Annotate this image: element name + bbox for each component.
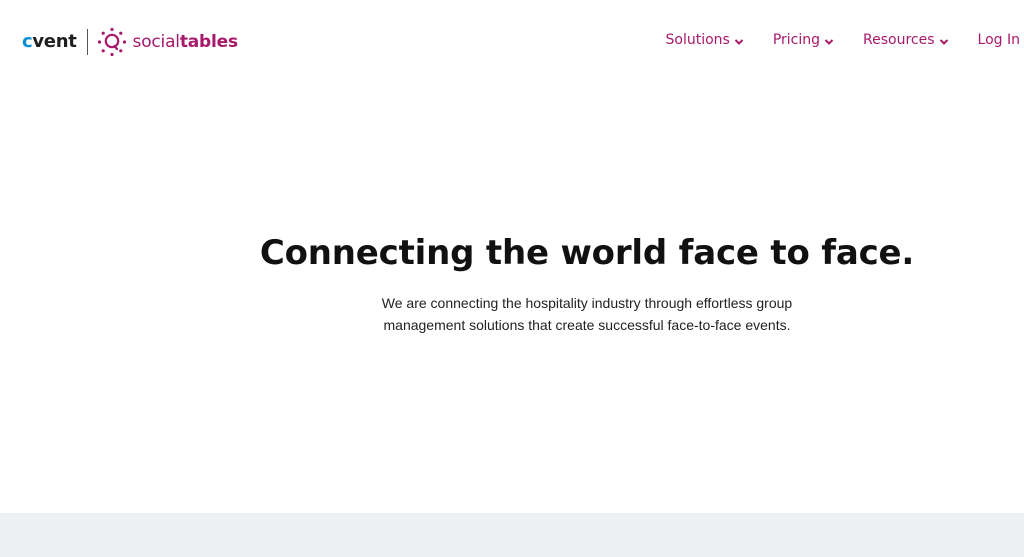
hero-subtitle: We are connecting the hospitality indust…	[381, 295, 793, 333]
page: c vent socialtables Solutions Pricing Re…	[0, 0, 1024, 557]
next-section-band	[0, 513, 1024, 557]
socialtables-sun-icon	[97, 27, 126, 57]
main-nav: Solutions Pricing Resources Log In	[666, 30, 1024, 50]
logo-divider	[86, 29, 88, 55]
nav-solutions[interactable]: Solutions	[666, 32, 744, 48]
nav-login[interactable]: Log In	[978, 32, 1020, 48]
hero-title: Connecting the world face to face.	[259, 233, 915, 273]
home-logo-link[interactable]: c vent socialtables	[22, 27, 238, 57]
cvent-logo: c vent	[22, 31, 77, 52]
chevron-down-icon	[734, 38, 744, 45]
hero-section: Connecting the world face to face. We ar…	[170, 230, 1004, 336]
nav-resources[interactable]: Resources	[863, 32, 949, 48]
site-header: c vent socialtables Solutions Pricing Re…	[0, 0, 1024, 82]
nav-pricing[interactable]: Pricing	[773, 32, 834, 48]
socialtables-logo-text: socialtables	[132, 31, 239, 52]
chevron-down-icon	[939, 38, 948, 45]
chevron-down-icon	[824, 38, 834, 45]
